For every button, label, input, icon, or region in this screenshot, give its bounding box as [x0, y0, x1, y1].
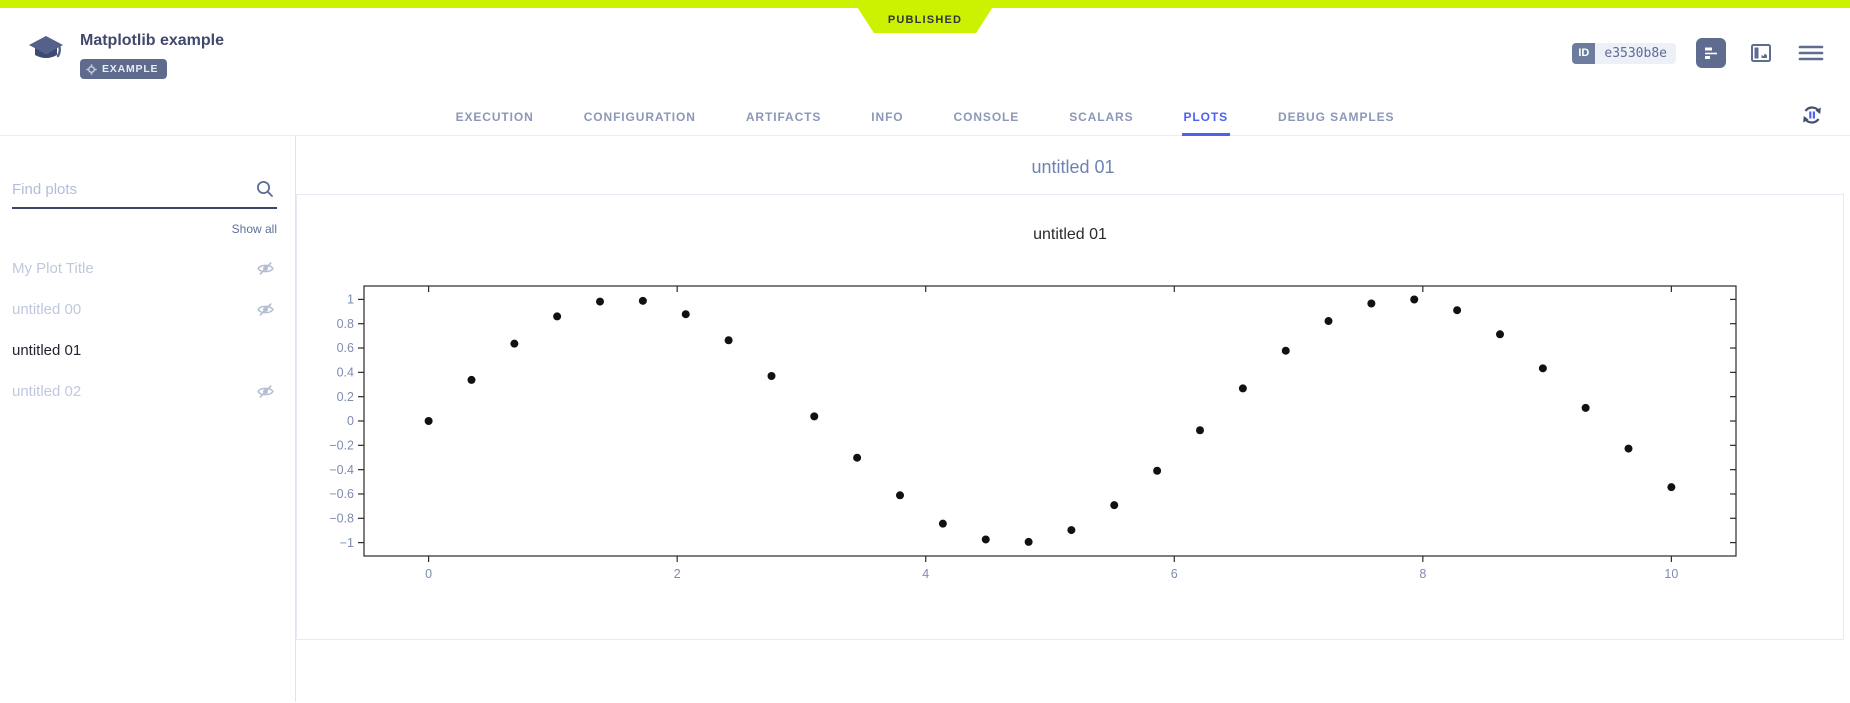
x-tick-label: 2 [674, 567, 681, 581]
scatter-point [1196, 426, 1204, 434]
scatter-point [1067, 526, 1075, 534]
id-value: e3530b8e [1595, 43, 1676, 64]
app-logo-icon [26, 30, 66, 70]
scatter-point [553, 312, 561, 320]
plot-group-title: untitled 01 [296, 157, 1850, 178]
tab-plots[interactable]: PLOTS [1182, 100, 1231, 136]
tab-scalars[interactable]: SCALARS [1067, 100, 1135, 136]
scatter-point [767, 372, 775, 380]
plot-title: untitled 01 [297, 226, 1843, 244]
plot-item-label: untitled 02 [12, 383, 81, 400]
auto-refresh-button[interactable] [1798, 101, 1826, 129]
y-tick-label: 0.6 [337, 341, 354, 355]
status-bar [0, 0, 1850, 8]
search-icon [255, 179, 275, 204]
scatter-point [1667, 483, 1675, 491]
scatter-point [725, 336, 733, 344]
y-tick-label: 1 [347, 293, 354, 307]
menu-button[interactable] [1796, 38, 1826, 68]
y-tick-label: 0.2 [337, 390, 354, 404]
scatter-point [1239, 384, 1247, 392]
plots-sidebar: Show all My Plot Title untitled 00 untitle… [0, 136, 296, 702]
page-title: Matplotlib example [80, 32, 224, 50]
scatter-point [682, 310, 690, 318]
main-panel: untitled 01 untitled 01 0 2 4 6 8 10 1 0.8 0.6 0.… [296, 136, 1850, 702]
y-tick-label: −0.6 [329, 487, 354, 501]
scatter-point [939, 520, 947, 528]
scatter-point [810, 412, 818, 420]
scatter-point [1325, 317, 1333, 325]
scatter-point [982, 535, 990, 543]
scatter-point [1539, 364, 1547, 372]
x-tick-label: 10 [1664, 567, 1678, 581]
plot-list-item[interactable]: My Plot Title [12, 248, 277, 289]
scatter-point [853, 454, 861, 462]
scatter-point [1153, 467, 1161, 475]
eye-off-icon[interactable] [256, 382, 275, 401]
plot-item-label: untitled 00 [12, 301, 81, 318]
y-tick-label: −0.2 [329, 439, 354, 453]
tab-execution[interactable]: EXECUTION [454, 100, 536, 136]
tab-console[interactable]: CONSOLE [952, 100, 1022, 136]
scatter-point [1496, 330, 1504, 338]
scatter-point [639, 297, 647, 305]
show-all-link[interactable]: Show all [12, 222, 277, 236]
y-tick-label: 0 [347, 414, 354, 428]
plot-list-item[interactable]: untitled 02 [12, 371, 277, 412]
scatter-point [1367, 300, 1375, 308]
x-tick-label: 4 [922, 567, 929, 581]
scatter-point [425, 417, 433, 425]
y-tick-label: −0.8 [329, 511, 354, 525]
example-badge: EXAMPLE [80, 59, 167, 79]
eye-off-icon[interactable] [256, 300, 275, 319]
info-panel-button[interactable] [1746, 38, 1776, 68]
y-tick-label: −1 [340, 536, 354, 550]
y-tick-label: 0.4 [337, 366, 354, 380]
scatter-point [596, 298, 604, 306]
scatter-point [1110, 501, 1118, 509]
tab-info[interactable]: INFO [869, 100, 905, 136]
scatter-point [1582, 404, 1590, 412]
refresh-pause-icon [1799, 102, 1825, 128]
scatter-point [1025, 538, 1033, 546]
plot-item-label: untitled 01 [12, 342, 81, 359]
plot-card: untitled 01 0 2 4 6 8 10 1 0.8 0.6 0.4 0.2 0 −0.2 −0.… [296, 194, 1844, 640]
scatter-point [1453, 306, 1461, 314]
scatter-plot[interactable]: 0 2 4 6 8 10 1 0.8 0.6 0.4 0.2 0 −0.2 −0.4 −0.6 −0.8 −1 [297, 252, 1797, 584]
example-badge-label: EXAMPLE [102, 63, 158, 75]
y-tick-label: −0.4 [329, 463, 354, 477]
plot-list-item[interactable]: untitled 01 [12, 330, 277, 371]
y-tick-label: 0.8 [337, 317, 354, 331]
x-tick-label: 0 [425, 567, 432, 581]
panel-chart-icon [1749, 41, 1773, 65]
status-badge: PUBLISHED [858, 8, 992, 33]
scatter-point [467, 376, 475, 384]
plot-list: My Plot Title untitled 00 untitled 01 untit… [12, 248, 277, 412]
tab-artifacts[interactable]: ARTIFACTS [744, 100, 823, 136]
x-tick-label: 8 [1419, 567, 1426, 581]
tab-bar: EXECUTION CONFIGURATION ARTIFACTS INFO CONSO… [0, 100, 1850, 136]
experiment-id-chip[interactable]: ID e3530b8e [1572, 43, 1676, 64]
id-label: ID [1572, 43, 1595, 64]
details-icon [1702, 44, 1720, 62]
system-tag-icon [86, 64, 97, 75]
hamburger-icon [1798, 43, 1824, 63]
details-toggle-button[interactable] [1696, 38, 1726, 68]
scatter-point [1410, 296, 1418, 304]
scatter-point [510, 340, 518, 348]
scatter-point [896, 491, 904, 499]
tab-configuration[interactable]: CONFIGURATION [582, 100, 698, 136]
x-tick-label: 6 [1171, 567, 1178, 581]
axis-frame [364, 286, 1736, 556]
find-plots-input[interactable] [12, 176, 277, 209]
plot-item-label: My Plot Title [12, 260, 94, 277]
scatter-point [1625, 445, 1633, 453]
plot-list-item[interactable]: untitled 00 [12, 289, 277, 330]
eye-off-icon[interactable] [256, 259, 275, 278]
tab-debug-samples[interactable]: DEBUG SAMPLES [1276, 100, 1396, 136]
scatter-point [1282, 347, 1290, 355]
